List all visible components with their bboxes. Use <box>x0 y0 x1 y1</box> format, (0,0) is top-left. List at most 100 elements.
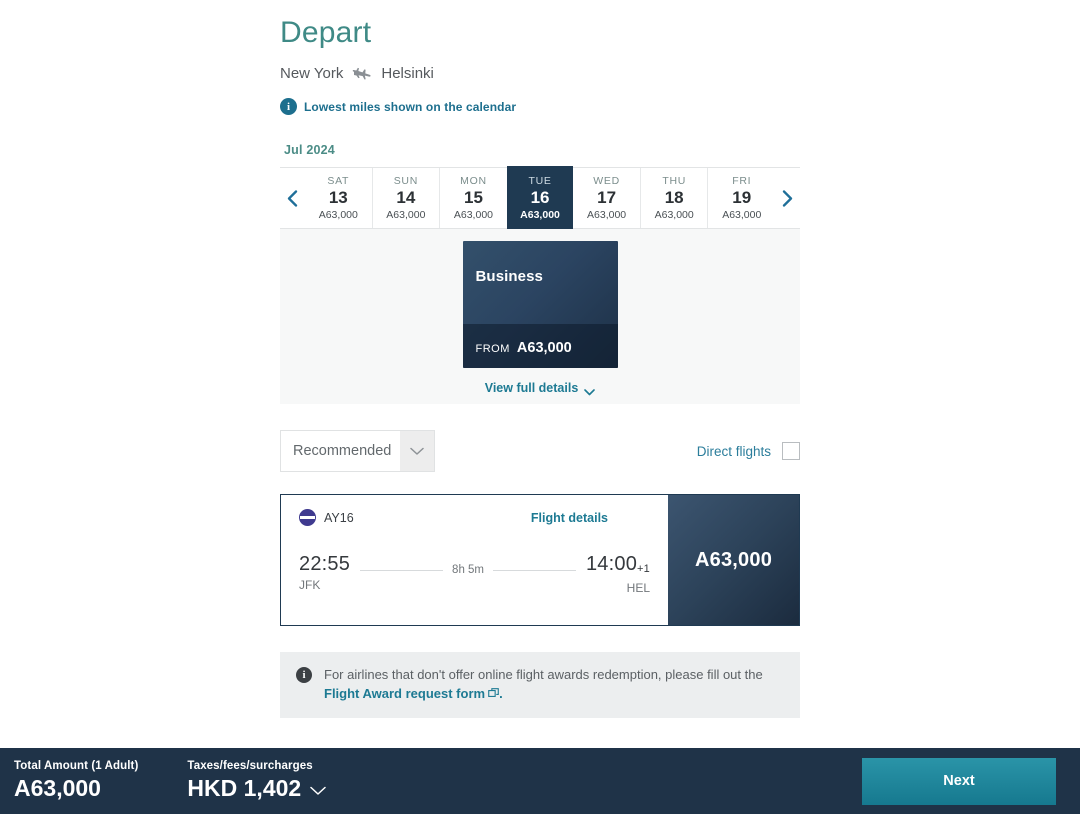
direct-flights-checkbox[interactable] <box>782 442 800 460</box>
chevron-down-icon <box>310 775 326 802</box>
bottom-summary-bar: Total Amount (1 Adult) A63,000 Taxes/fee… <box>0 748 1080 814</box>
total-amount-block: Total Amount (1 Adult) A63,000 <box>0 760 138 802</box>
external-link-icon <box>488 685 499 697</box>
next-button[interactable]: Next <box>862 757 1056 805</box>
calendar-day-18[interactable]: THU 18 A63,000 <box>639 168 708 228</box>
calendar-day-number: 13 <box>328 188 348 207</box>
cabin-name: Business <box>475 268 543 285</box>
calendar-next-arrow[interactable] <box>775 168 800 228</box>
calendar-day-14[interactable]: SUN 14 A63,000 <box>371 168 440 228</box>
flight-card-info: AY16 Flight details 22:55 JFK 8h 5m 14:0… <box>281 495 668 625</box>
total-amount-value: A63,000 <box>14 775 101 801</box>
calendar-day-price: A63,000 <box>453 209 493 221</box>
flight-price-panel[interactable]: A63,000 <box>668 495 799 625</box>
calendar-day-17[interactable]: WED 17 A63,000 <box>573 168 640 228</box>
taxes-amount: HKD 1,402 <box>187 775 302 801</box>
finnair-logo-icon <box>299 509 316 526</box>
miles-symbol: A <box>14 775 31 801</box>
info-icon: i <box>280 98 297 115</box>
arrival-time: 14:00+1 <box>585 553 650 575</box>
calendar-day-number: 16 <box>530 188 550 207</box>
calendar-day-price: A63,000 <box>654 209 694 221</box>
sort-dropdown-value: Recommended <box>293 443 392 459</box>
calendar-day-price: A63,000 <box>520 209 560 221</box>
cabin-class-panel: Business FROM A63,000 View full details <box>280 229 800 404</box>
plane-icon <box>352 66 372 82</box>
airline-info: AY16 <box>299 509 354 526</box>
cabin-from-amount: A63,000 <box>516 340 572 356</box>
view-full-details-link[interactable]: View full details <box>485 381 596 395</box>
lowest-miles-text: Lowest miles shown on the calendar <box>304 99 517 114</box>
sort-dropdown[interactable]: Recommended <box>280 430 435 472</box>
calendar-day-price: A63,000 <box>722 209 762 221</box>
flight-result-card[interactable]: AY16 Flight details 22:55 JFK 8h 5m 14:0… <box>280 494 800 626</box>
filter-row: Recommended Direct flights <box>280 430 800 472</box>
duration-line-right <box>493 569 576 571</box>
arrival-day-offset: +1 <box>637 563 650 575</box>
notice-text: For airlines that don't offer online fli… <box>324 665 784 703</box>
flight-duration: 8h 5m <box>452 564 485 576</box>
award-request-notice: i For airlines that don't offer online f… <box>280 652 800 718</box>
calendar-day-13[interactable]: SAT 13 A63,000 <box>305 168 372 228</box>
departure-airport-code: JFK <box>299 578 321 592</box>
calendar-day-price: A63,000 <box>318 209 358 221</box>
origin-city: New York <box>280 65 344 82</box>
calendar-days: SAT 13 A63,000 SUN 14 A63,000 MON 15 A63,000 TUE 1… <box>305 166 775 230</box>
notice-link-label: Flight Award request form <box>324 686 486 701</box>
flight-card-header: AY16 Flight details <box>299 509 650 526</box>
direct-flights-label: Direct flights <box>696 443 771 459</box>
flight-award-request-form-link[interactable]: Flight Award request form. <box>324 686 503 701</box>
duration-block: 8h 5m <box>350 564 586 576</box>
miles-symbol: A <box>694 548 710 571</box>
route-summary: New York Helsinki <box>280 64 800 84</box>
chevron-down-icon <box>400 431 434 471</box>
calendar-prev-arrow[interactable] <box>280 168 305 228</box>
destination-city: Helsinki <box>381 65 434 82</box>
lowest-miles-notice: i Lowest miles shown on the calendar <box>280 98 800 115</box>
calendar-day-weekday: SUN <box>393 175 418 187</box>
calendar-day-weekday: SAT <box>327 175 350 187</box>
notice-text-after: . <box>499 686 503 701</box>
calendar-day-price: A63,000 <box>386 209 426 221</box>
date-calendar-strip: SAT 13 A63,000 SUN 14 A63,000 MON 15 A63,000 TUE 1… <box>280 166 800 230</box>
calendar-day-number: 18 <box>664 188 684 207</box>
chevron-down-icon <box>584 385 596 395</box>
calendar-day-number: 19 <box>732 188 752 207</box>
miles-symbol: A <box>516 340 528 356</box>
calendar-day-price: A63,000 <box>587 209 627 221</box>
flight-times: 22:55 JFK 8h 5m 14:00+1 HEL <box>299 553 650 595</box>
total-amount-label: Total Amount (1 Adult) <box>14 760 139 772</box>
taxes-value[interactable]: HKD 1,402 <box>187 775 326 802</box>
cabin-from-price: FROM A63,000 <box>476 340 572 356</box>
cabin-from-label: FROM <box>475 343 510 355</box>
calendar-day-number: 14 <box>396 188 416 207</box>
calendar-day-weekday: WED <box>593 175 620 187</box>
notice-text-before: For airlines that don't offer online fli… <box>324 667 763 682</box>
calendar-day-number: 15 <box>463 188 483 207</box>
calendar-day-weekday: THU <box>662 175 687 187</box>
arrival-block: 14:00+1 HEL <box>586 553 650 595</box>
info-icon: i <box>296 667 312 683</box>
departure-block: 22:55 JFK <box>299 553 350 592</box>
calendar-day-15[interactable]: MON 15 A63,000 <box>439 168 507 228</box>
flight-price: A63,000 <box>694 548 773 571</box>
flight-details-link[interactable]: Flight details <box>531 511 608 525</box>
flight-number: AY16 <box>324 510 354 525</box>
calendar-day-19[interactable]: FRI 19 A63,000 <box>707 168 775 228</box>
arrival-airport-code: HEL <box>626 581 650 595</box>
calendar-month-label: Jul 2024 <box>284 143 335 157</box>
view-full-details-label: View full details <box>484 381 579 395</box>
taxes-block: Taxes/fees/surcharges HKD 1,402 <box>138 760 326 802</box>
page-title: Depart <box>280 16 372 49</box>
duration-line-left <box>360 569 444 571</box>
calendar-day-weekday: FRI <box>732 175 752 187</box>
depart-flight-selection-page: Depart New York Helsinki i Lowest miles … <box>0 0 1080 814</box>
calendar-day-weekday: MON <box>460 175 487 187</box>
departure-time: 22:55 <box>299 553 351 575</box>
main-content: Depart New York Helsinki i Lowest miles … <box>280 0 800 718</box>
calendar-day-weekday: TUE <box>528 175 552 187</box>
cabin-card-business[interactable]: Business FROM A63,000 <box>462 241 618 368</box>
calendar-day-16[interactable]: TUE 16 A63,000 <box>506 166 574 230</box>
calendar-day-number: 17 <box>597 188 617 207</box>
taxes-label: Taxes/fees/surcharges <box>187 760 313 772</box>
